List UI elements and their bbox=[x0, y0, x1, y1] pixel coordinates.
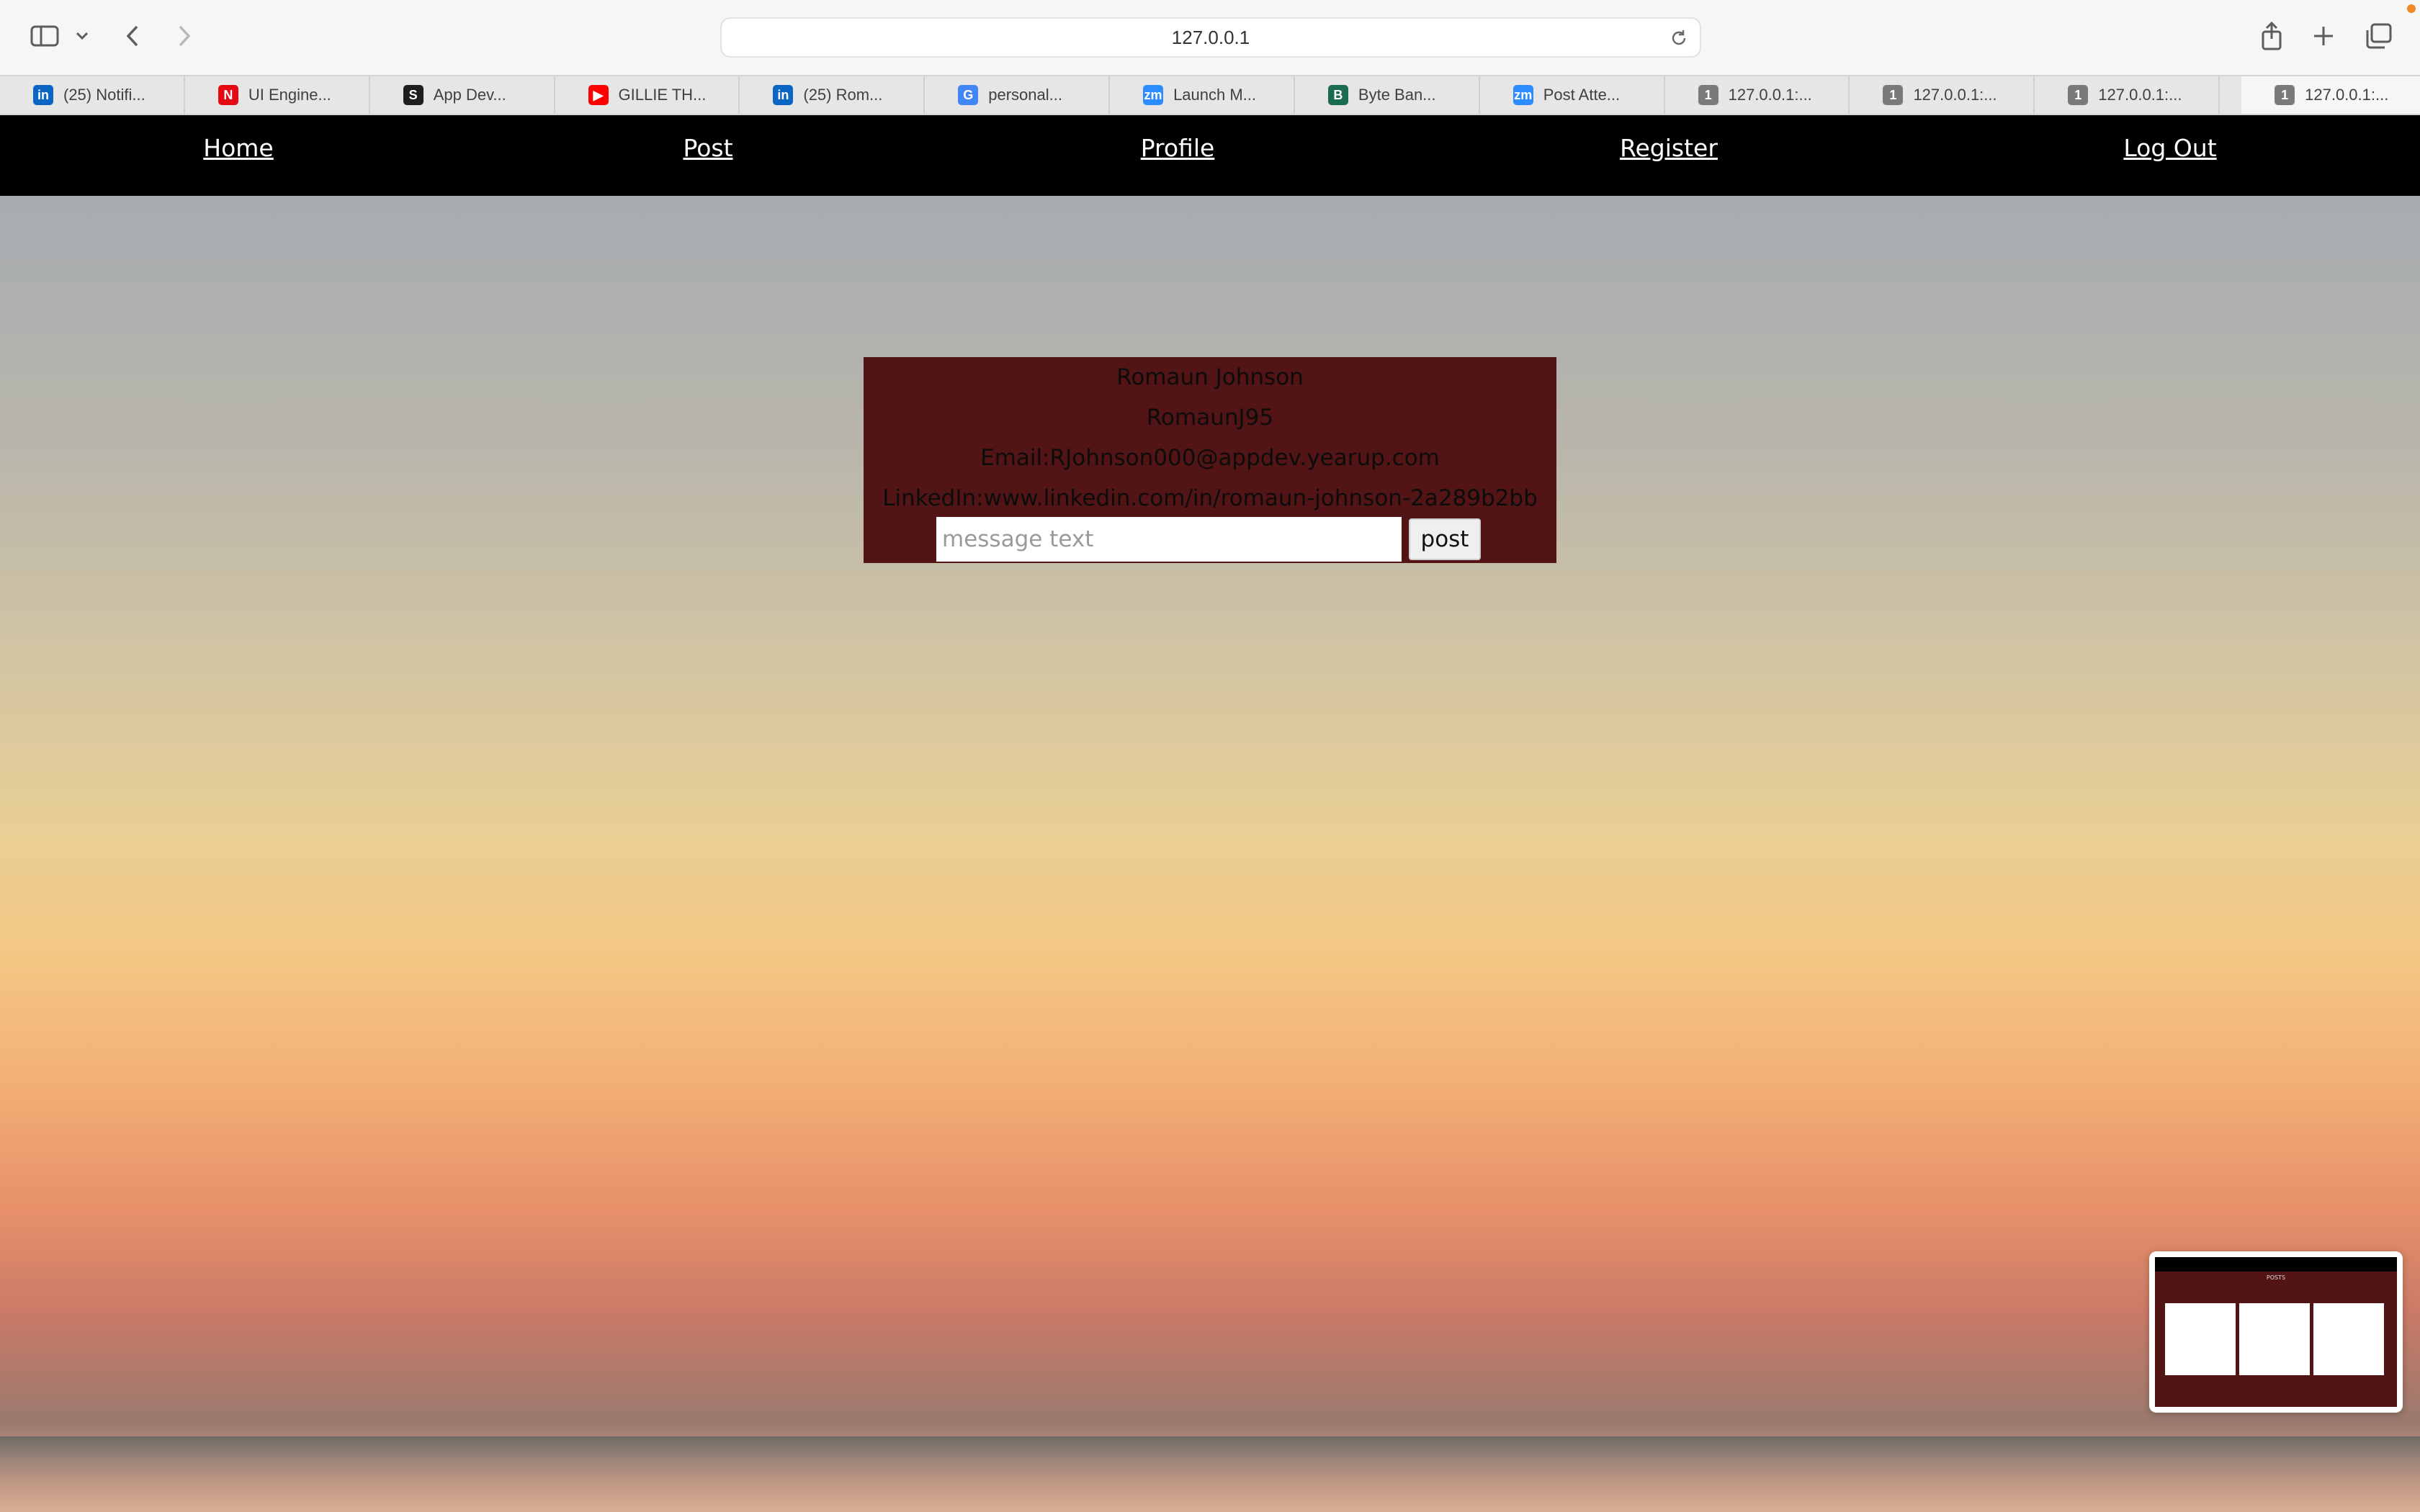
tab-label: 127.0.0.1:... bbox=[2305, 86, 2389, 104]
preview-post-column bbox=[2239, 1303, 2310, 1375]
browser-tab[interactable]: Gpersonal... bbox=[925, 76, 1111, 114]
tab-label: App Dev... bbox=[433, 86, 506, 104]
preview-page: POSTS bbox=[2155, 1257, 2397, 1407]
message-input[interactable] bbox=[936, 517, 1402, 562]
site-icon: 1 bbox=[2068, 85, 2089, 105]
post-form: post bbox=[936, 517, 1481, 562]
tab-label: Launch M... bbox=[1173, 86, 1257, 104]
notification-dot bbox=[2407, 4, 2416, 13]
browser-toolbar: 127.0.0.1 bbox=[0, 0, 2420, 75]
google-icon: G bbox=[958, 85, 979, 105]
browser-tab[interactable]: 1 127.0.0.1:... bbox=[1665, 76, 1850, 114]
netflix-icon: N bbox=[218, 85, 238, 105]
site-icon: 1 bbox=[1698, 85, 1718, 105]
tab-label: Byte Ban... bbox=[1358, 86, 1436, 104]
browser-tab[interactable]: S App Dev... bbox=[370, 76, 555, 114]
tab-overview-icon[interactable] bbox=[2362, 16, 2394, 56]
browser-tab[interactable]: 1 127.0.0.1:... bbox=[1850, 76, 2035, 114]
nav-logout-link[interactable]: Log Out bbox=[2123, 134, 2216, 162]
tab-label: (25) Notifi... bbox=[63, 86, 145, 104]
sidebar-toggle-icon[interactable] bbox=[27, 16, 62, 56]
browser-tab[interactable]: B Byte Ban... bbox=[1295, 76, 1480, 114]
preview-post-column bbox=[2313, 1303, 2384, 1375]
profile-username: RomaunJ95 bbox=[1146, 405, 1274, 431]
post-button[interactable]: post bbox=[1409, 518, 1481, 560]
nav-home-link[interactable]: Home bbox=[203, 134, 273, 162]
site-icon: 1 bbox=[2275, 85, 2295, 105]
background-sea bbox=[0, 1436, 2420, 1512]
youtube-icon: ▶ bbox=[588, 85, 609, 105]
browser-tab[interactable]: in (25) Rom... bbox=[740, 76, 926, 114]
nav-register-link[interactable]: Register bbox=[1620, 134, 1718, 162]
browser-tab[interactable]: in (25) Notifi... bbox=[0, 76, 185, 114]
browser-tab[interactable]: zm Post Atte... bbox=[1480, 76, 1665, 114]
preview-nav bbox=[2155, 1257, 2397, 1272]
share-icon[interactable] bbox=[2257, 16, 2286, 56]
browser-tab[interactable]: N UI Engine... bbox=[185, 76, 370, 114]
tab-label: (25) Rom... bbox=[803, 86, 883, 104]
zoom-icon: zm bbox=[1512, 85, 1533, 105]
forward-icon[interactable] bbox=[170, 16, 199, 56]
preview-post-column bbox=[2165, 1303, 2236, 1375]
linkedin-icon: in bbox=[33, 85, 53, 105]
profile-linkedin: LinkedIn:www.linkedin.com/in/romaun-john… bbox=[882, 485, 1538, 511]
chevron-down-icon[interactable] bbox=[72, 16, 92, 56]
tab-label: 127.0.0.1:... bbox=[1913, 86, 1997, 104]
site-nav: Home Post Profile Register Log Out bbox=[0, 115, 2420, 196]
browser-tab[interactable]: zm Launch M... bbox=[1110, 76, 1295, 114]
reload-icon[interactable] bbox=[1670, 29, 1688, 53]
browser-tab[interactable]: 1 127.0.0.1:... bbox=[2241, 76, 2420, 114]
nav-post-link[interactable]: Post bbox=[683, 134, 732, 162]
tab-label: 127.0.0.1:... bbox=[2098, 86, 2182, 104]
nav-profile-link[interactable]: Profile bbox=[1141, 134, 1215, 162]
tab-label: Post Atte... bbox=[1543, 86, 1621, 104]
browser-tab[interactable]: 1 127.0.0.1:... bbox=[2035, 76, 2220, 114]
url-text: 127.0.0.1 bbox=[1171, 26, 1250, 48]
tab-label: UI Engine... bbox=[248, 86, 331, 104]
back-icon[interactable] bbox=[118, 16, 147, 56]
profile-card: Romaun Johnson RomaunJ95 Email:RJohnson0… bbox=[864, 357, 1556, 563]
profile-email: Email:RJohnson000@appdev.yearup.com bbox=[980, 445, 1440, 471]
browser-tab[interactable]: ▶ GILLIE TH... bbox=[555, 76, 740, 114]
skype-icon: S bbox=[403, 85, 424, 105]
page-preview-thumbnail[interactable]: POSTS bbox=[2149, 1251, 2403, 1413]
tab-label: GILLIE TH... bbox=[618, 86, 707, 104]
site-icon: 1 bbox=[1883, 85, 1904, 105]
new-tab-icon[interactable] bbox=[2309, 16, 2338, 56]
address-bar[interactable]: 127.0.0.1 bbox=[720, 17, 1701, 58]
tab-bar: in (25) Notifi... N UI Engine... S App Dev...… bbox=[0, 75, 2420, 115]
preview-title: POSTS bbox=[2266, 1274, 2286, 1281]
profile-name: Romaun Johnson bbox=[1116, 364, 1304, 390]
tab-label: personal... bbox=[988, 86, 1062, 104]
tab-label: 127.0.0.1:... bbox=[1728, 86, 1812, 104]
zoom-icon: zm bbox=[1143, 85, 1164, 105]
byte-bank-icon: B bbox=[1327, 85, 1348, 105]
linkedin-icon: in bbox=[773, 85, 794, 105]
